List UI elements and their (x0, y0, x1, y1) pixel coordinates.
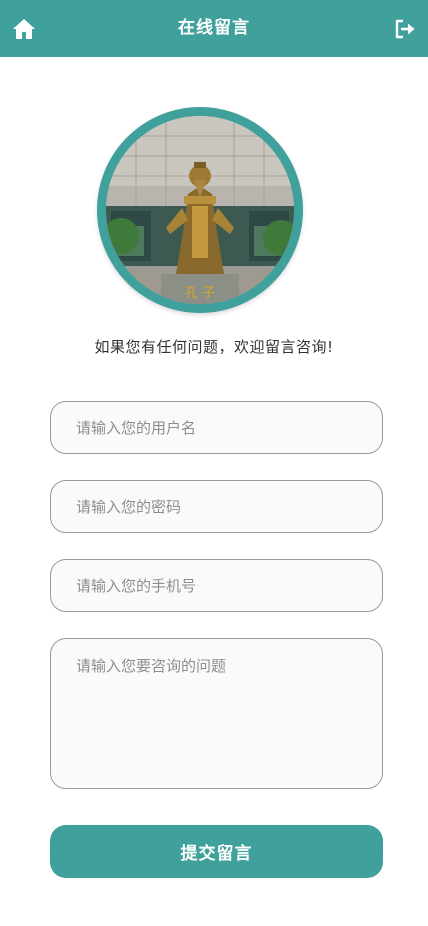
svg-text:孔 子: 孔 子 (185, 286, 215, 301)
question-textarea[interactable] (50, 638, 383, 789)
logout-button[interactable] (394, 19, 416, 39)
confucius-statue-image: 孔 子 (106, 116, 294, 304)
password-input[interactable] (50, 480, 383, 533)
intro-text: 如果您有任何问题，欢迎留言咨询! (94, 338, 334, 356)
avatar: 孔 子 (97, 107, 303, 313)
page-title: 在线留言 (178, 18, 250, 38)
username-input[interactable] (50, 401, 383, 454)
phone-input[interactable] (50, 559, 383, 612)
logout-icon (395, 19, 415, 39)
submit-button[interactable]: 提交留言 (50, 825, 383, 878)
top-nav-bar: 在线留言 (0, 0, 428, 57)
